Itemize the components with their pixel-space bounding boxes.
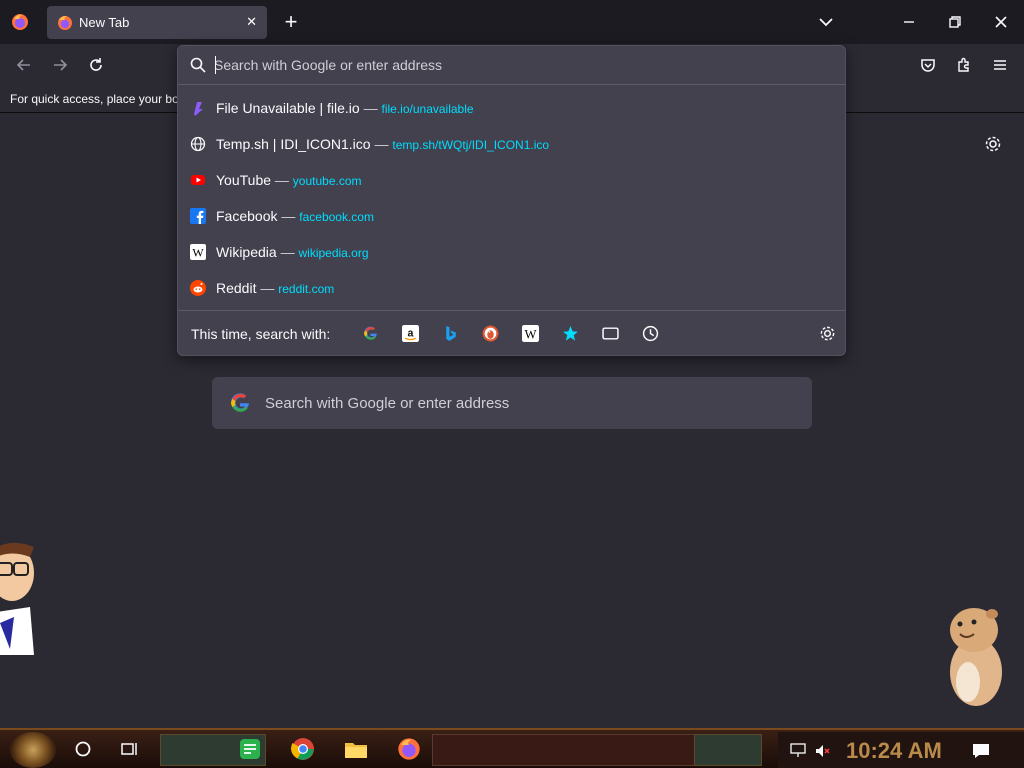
taskbar-panel-decor bbox=[432, 734, 696, 766]
start-button[interactable] bbox=[10, 732, 56, 768]
tab-new-tab[interactable]: New Tab ✕ bbox=[47, 6, 267, 39]
urlbar-input[interactable] bbox=[214, 54, 814, 76]
wikipedia-icon: W bbox=[190, 244, 206, 260]
taskbar: 10:24 AM bbox=[0, 728, 1024, 768]
bookmarks-star-icon[interactable] bbox=[561, 324, 579, 342]
svg-text:a: a bbox=[407, 327, 413, 339]
text-caret bbox=[215, 56, 216, 74]
result-title: Wikipedia bbox=[216, 244, 277, 260]
result-item-facebook[interactable]: Facebook — facebook.com bbox=[178, 198, 845, 234]
globe-icon bbox=[190, 136, 206, 152]
result-separator: — bbox=[374, 136, 389, 152]
svg-text:W: W bbox=[524, 327, 537, 341]
result-url: reddit.com bbox=[278, 282, 335, 296]
reddit-icon bbox=[190, 280, 206, 296]
svg-text:W: W bbox=[192, 246, 204, 260]
bing-icon[interactable] bbox=[441, 324, 459, 342]
bookmarks-hint: For quick access, place your bookmarks h… bbox=[10, 92, 177, 106]
result-title: Temp.sh | IDI_ICON1.ico bbox=[216, 136, 371, 152]
history-icon[interactable] bbox=[641, 324, 659, 342]
google-icon bbox=[231, 393, 249, 412]
title-bar: New Tab ✕ + bbox=[0, 0, 1024, 44]
tabs-icon[interactable] bbox=[601, 324, 619, 342]
result-title: Facebook bbox=[216, 208, 278, 224]
result-url: facebook.com bbox=[299, 210, 374, 224]
wikipedia-icon[interactable]: W bbox=[521, 324, 539, 342]
chrome-icon[interactable] bbox=[290, 736, 316, 762]
one-off-search-bar: This time, search with: a W bbox=[178, 310, 845, 357]
result-separator: — bbox=[280, 244, 295, 260]
google-icon[interactable] bbox=[361, 324, 379, 342]
result-url: file.io/unavailable bbox=[381, 102, 474, 116]
urlbar-dropdown: File Unavailable | file.io — file.io/una… bbox=[177, 45, 846, 356]
hamster-image bbox=[950, 608, 1002, 706]
extensions-icon[interactable] bbox=[953, 54, 975, 76]
notes-app-icon[interactable] bbox=[237, 736, 263, 762]
minimize-icon[interactable] bbox=[897, 10, 921, 34]
result-url: temp.sh/tWQtj/IDI_ICON1.ico bbox=[392, 138, 550, 152]
list-all-tabs-icon[interactable] bbox=[816, 12, 836, 32]
urlbar[interactable] bbox=[178, 46, 845, 85]
search-with-label: This time, search with: bbox=[191, 326, 331, 342]
pocket-icon[interactable] bbox=[917, 54, 939, 76]
firefox-view-icon[interactable] bbox=[8, 10, 32, 34]
new-tab-button[interactable]: + bbox=[280, 10, 302, 34]
result-title: File Unavailable | file.io bbox=[216, 100, 360, 116]
result-item-youtube[interactable]: YouTube — youtube.com bbox=[178, 162, 845, 198]
result-url: youtube.com bbox=[292, 174, 362, 188]
amazon-icon[interactable]: a bbox=[401, 324, 419, 342]
facebook-icon bbox=[190, 208, 206, 224]
restore-icon[interactable] bbox=[943, 10, 967, 34]
result-item-tempsh[interactable]: Temp.sh | IDI_ICON1.ico — temp.sh/tWQtj/… bbox=[178, 126, 845, 162]
tab-title: New Tab bbox=[79, 15, 130, 30]
search-icon bbox=[190, 57, 206, 73]
taskbar-clock[interactable]: 10:24 AM bbox=[846, 738, 942, 764]
network-icon[interactable] bbox=[786, 738, 812, 764]
file-explorer-icon[interactable] bbox=[343, 736, 369, 762]
result-item-wikipedia[interactable]: W Wikipedia — wikipedia.org bbox=[178, 234, 845, 270]
result-url: wikipedia.org bbox=[298, 246, 369, 260]
youtube-icon bbox=[191, 175, 205, 185]
result-separator: — bbox=[260, 280, 275, 296]
result-item-fileio[interactable]: File Unavailable | file.io — file.io/una… bbox=[178, 90, 845, 126]
menu-icon[interactable] bbox=[989, 54, 1011, 76]
notifications-icon[interactable] bbox=[968, 738, 994, 764]
close-tab-icon[interactable]: ✕ bbox=[246, 14, 257, 30]
fileio-icon bbox=[194, 102, 203, 116]
back-icon[interactable] bbox=[13, 54, 35, 76]
result-separator: — bbox=[281, 208, 296, 224]
search-settings-gear-icon[interactable] bbox=[818, 324, 836, 342]
result-item-reddit[interactable]: Reddit — reddit.com bbox=[178, 270, 845, 306]
task-view-icon[interactable] bbox=[117, 736, 143, 762]
cartoon-character-image bbox=[0, 542, 34, 655]
volume-muted-icon[interactable] bbox=[810, 738, 836, 764]
customize-gear-icon[interactable] bbox=[984, 135, 1002, 153]
cortana-icon[interactable] bbox=[70, 736, 96, 762]
result-separator: — bbox=[274, 172, 289, 188]
result-separator: — bbox=[363, 100, 378, 116]
reload-icon[interactable] bbox=[85, 54, 107, 76]
firefox-taskbar-icon[interactable] bbox=[396, 736, 422, 762]
result-title: Reddit bbox=[216, 280, 257, 296]
firefox-icon bbox=[58, 15, 72, 30]
close-window-icon[interactable] bbox=[989, 10, 1013, 34]
newtab-search-placeholder: Search with Google or enter address bbox=[265, 395, 510, 412]
duckduckgo-icon[interactable] bbox=[481, 324, 499, 342]
system-tray: 10:24 AM bbox=[778, 732, 1024, 768]
newtab-search-box[interactable]: Search with Google or enter address bbox=[212, 377, 812, 429]
taskbar-panel-decor-right bbox=[694, 734, 762, 766]
forward-icon[interactable] bbox=[49, 54, 71, 76]
result-title: YouTube bbox=[216, 172, 272, 188]
